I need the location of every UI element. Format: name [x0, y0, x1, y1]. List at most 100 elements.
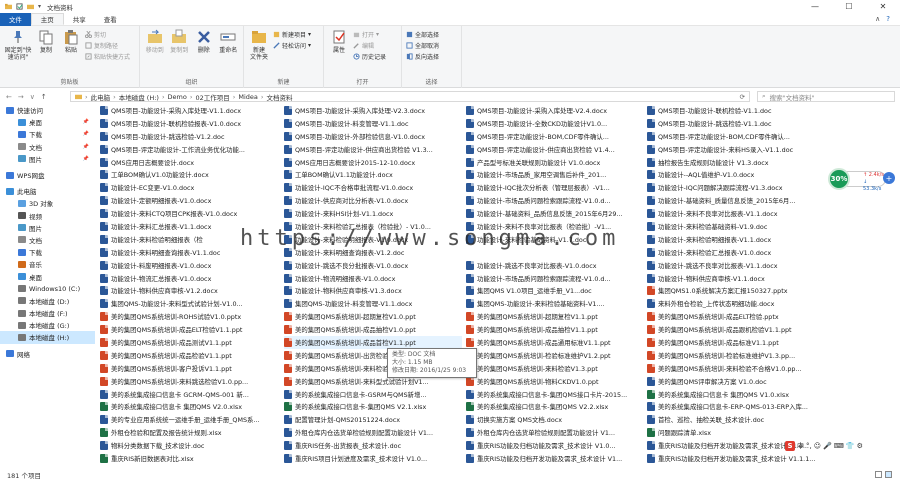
breadcrumb-item[interactable]: 文档资料 — [267, 92, 293, 102]
file-item[interactable]: QMS项目-评定功能设计-供应商出货检验 V1.4... — [466, 143, 644, 156]
file-item[interactable]: 美的集团QMS系统培训-来料检验不合格V1.0.pp... — [647, 362, 825, 375]
file-item[interactable]: 功能设计-来料检验汇总报表-V1.0.docx — [647, 246, 825, 259]
file-item[interactable]: 集团QMS-功能设计-料变管理-V1.1.docx — [284, 297, 462, 310]
help-icon[interactable]: ? — [886, 15, 890, 23]
skin-icon[interactable]: 👕 — [846, 442, 855, 450]
search-input[interactable]: ⌕ 搜索"文档资料" — [757, 91, 895, 102]
file-item[interactable]: QMS应用日志概要设计.docx — [100, 156, 278, 169]
file-item[interactable]: 功能设计-来料检验明细报表-V1.1.docx — [647, 233, 825, 246]
copy-path-button[interactable]: 复制路径 — [85, 41, 130, 50]
file-item[interactable]: 美的集团QMS系统培训-来料检验V1.3.ppt — [466, 362, 644, 375]
sidebar-item[interactable]: 本地磁盘 (G:) — [0, 319, 95, 331]
breadcrumb-item[interactable]: Demo — [168, 93, 187, 101]
settings-icon[interactable]: ⚙ — [857, 442, 863, 450]
invert-selection-button[interactable]: 反向选择 — [406, 52, 439, 61]
sidebar-item[interactable]: 文档 📌 — [0, 141, 95, 153]
file-item[interactable]: 功能设计-基础资料_品质信息反馈_2015年6月29... — [466, 207, 644, 220]
ime-item[interactable]: 中 — [797, 441, 804, 451]
file-item[interactable]: 美的系统集成接口信息卡-集团QMS V2.1.xlsx — [284, 400, 462, 413]
file-item[interactable]: 来料外租仓检验_上传状态明细功能.docx — [647, 297, 825, 310]
plus-icon[interactable]: + — [883, 172, 895, 184]
file-item[interactable]: 美的系统集成接口信息卡-集团QMS接口卡片-2015... — [466, 388, 644, 401]
file-item[interactable]: QMS项目-功能设计-跳选检验-V1.2.doc — [100, 130, 278, 143]
file-item[interactable]: 功能设计--AQL值维护-V1.0.docx — [647, 168, 825, 181]
file-item[interactable]: 美的系统集成接口信息卡 集团QMS V2.0.xlsx — [100, 400, 278, 413]
file-item[interactable]: 美的集团QMS系统培训-物料CKDV1.0.ppt — [466, 375, 644, 388]
file-item[interactable]: 功能设计-来料HSI计划-V1.1.docx — [284, 207, 462, 220]
file-item[interactable]: 重庆RIS功能及归档开发功能及需求_技术设计 V1... — [466, 452, 644, 465]
sidebar-item[interactable]: 文档 — [0, 234, 95, 246]
file-item[interactable]: 产品型号标准关联规则功能设计 V1.0.docx — [466, 156, 644, 169]
file-item[interactable]: 功能设计-跳选不良分批报表-V1.0.docx — [284, 259, 462, 272]
close-button[interactable]: ✕ — [866, 0, 900, 13]
file-item[interactable]: 美的集团QMS系统培训-成品测试V1.1.ppt — [100, 336, 278, 349]
file-item[interactable]: 重庆RIS功能及归档开发功能及需求_技术设计 V1.1.1... — [647, 452, 825, 465]
file-item[interactable]: 功能设计-供应商对比分析表-V1.0.docx — [284, 194, 462, 207]
sidebar-item[interactable]: 桌面 📌 — [0, 116, 95, 128]
file-item[interactable]: QMS项目-功能设计-外部检验信息-V1.0.docx — [284, 130, 462, 143]
file-item[interactable]: QMS项目-功能设计-采购入库处理-V1.1.docx — [100, 104, 278, 117]
file-item[interactable]: 抽检报告生成规则功能设计 V1.3.docx — [647, 156, 825, 169]
file-item[interactable]: 功能设计-来料CTQ项目CPK报表-V1.0.docx — [100, 207, 278, 220]
easy-access-button[interactable]: 轻松访问 ▾ — [273, 41, 311, 50]
file-item[interactable]: 美的集团QMS系统培训-客户投诉V1.1.ppt — [100, 362, 278, 375]
select-all-button[interactable]: 全部选择 — [406, 30, 439, 39]
breadcrumb-item[interactable]: 02工作项目 — [195, 92, 229, 102]
sidebar-item[interactable]: 此电脑 — [0, 185, 95, 197]
new-folder-icon[interactable] — [27, 3, 34, 10]
file-item[interactable]: 集团QMS-功能设计-来料型式试验计划-V1.0... — [100, 297, 278, 310]
breadcrumb[interactable]: › 此电脑 › 本地磁盘 (H:) › Demo › 02工作项目 › Mide… — [70, 91, 750, 102]
select-none-button[interactable]: 全部取消 — [406, 41, 439, 50]
file-item[interactable]: 物料分类数据下载_技术设计.doc — [100, 439, 278, 452]
file-item[interactable]: 切换实施方案 QMS文档.docx — [466, 413, 644, 426]
file-item[interactable]: 美的集团QMS系统培训-超期复检V1.1.ppt — [466, 310, 644, 323]
refresh-icon[interactable]: ⟳ — [740, 93, 745, 101]
sidebar-item[interactable]: 图片 📌 — [0, 153, 95, 165]
file-item[interactable]: 功能设计-IQC不合格审批流程-V1.0.docx — [284, 181, 462, 194]
file-item[interactable]: QMS项目-功能设计-联机检验报表-V1.0.docx — [100, 117, 278, 130]
breadcrumb-item[interactable]: Midea — [238, 93, 258, 101]
properties-icon[interactable] — [16, 3, 23, 10]
sidebar-item[interactable]: 下载 📌 — [0, 128, 95, 140]
recent-dropdown-icon[interactable]: ∨ — [30, 93, 35, 101]
file-item[interactable]: 集团QMS-功能设计-来料检验基础资料-V1.... — [466, 297, 644, 310]
file-item[interactable]: 美的系统集成接口信息卡 集团QMS V1.0.xlsx — [647, 388, 825, 401]
file-item[interactable]: 美的系统集成接口信息卡-ERP-QMS-013-ERP入库... — [647, 400, 825, 413]
file-item[interactable]: 功能设计-EC变更-V1.0.docx — [100, 181, 278, 194]
file-item[interactable]: 功能设计-来料不良率对比报表-V1.1.docx — [647, 207, 825, 220]
quick-access-dropdown[interactable]: ▾ — [38, 3, 41, 10]
file-item[interactable]: 重庆RIS任务-出货报表_技术设计.doc — [284, 439, 462, 452]
keyboard-icon[interactable]: ⌨ — [834, 442, 844, 450]
file-item[interactable]: 美的集团QMS系统培训-成品通用标准V1.1.ppt — [466, 336, 644, 349]
sidebar-item[interactable]: 本地磁盘 (F:) — [0, 307, 95, 319]
sidebar-item[interactable]: 视频 — [0, 210, 95, 222]
tab-file[interactable]: 文件 — [0, 13, 31, 26]
file-item[interactable]: 功能设计-物流明细报表-V1.0.docx — [284, 272, 462, 285]
sidebar-item[interactable]: 桌面 — [0, 270, 95, 282]
file-item[interactable]: 外租仓库内仓选货单检验规则配置功能设计 V1... — [284, 426, 462, 439]
file-item[interactable]: 美的集团QMS系统培训-检验标准维护V1.2.ppt — [466, 349, 644, 362]
file-item[interactable]: QMS项目-功能设计-采购入库处理-V2.3.docx — [284, 104, 462, 117]
large-icons-view-icon[interactable] — [885, 471, 892, 478]
file-item[interactable]: 首检、巡检、抽检关联_技术设计.doc — [647, 413, 825, 426]
microphone-icon[interactable]: 🎤 — [823, 442, 832, 450]
file-item[interactable]: 功能设计-料废明细报表-V1.0.docx — [100, 259, 278, 272]
back-arrow-icon[interactable]: ← — [6, 93, 12, 101]
network-speed-gadget[interactable]: ↑ 2.4k/s ↓ 53.3k/s 30% + — [828, 168, 896, 192]
file-item[interactable]: 功能设计-物料供应商审核-V1.2.docx — [100, 284, 278, 297]
file-item[interactable]: 美的集团QMS系统培训-成品跟机检验V1.1.ppt — [647, 323, 825, 336]
file-item[interactable]: 功能设计-市场品质问题检索跟踪流程-V1.0.d... — [466, 272, 644, 285]
file-item[interactable]: QMS项目-评定功能设计-供应商出货检验 V1.3... — [284, 143, 462, 156]
history-button[interactable]: 历史记录 — [353, 52, 386, 61]
maximize-button[interactable]: ☐ — [832, 0, 866, 13]
file-item[interactable]: QMS项目-评定功能设计-BOM,CDF零件确认... — [466, 130, 644, 143]
file-item[interactable]: QMS项目-评定功能设计-工作流业务优化功能... — [100, 143, 278, 156]
file-item[interactable]: 美的集团QMS系统培训-成品抽检V1.0.ppt — [284, 323, 462, 336]
file-item[interactable]: 重庆RIS项目计划进度及需求_技术设计 V1.0... — [284, 452, 462, 465]
file-item[interactable]: 功能设计-市场品质问题检索跟踪流程-V1.0.d... — [466, 194, 644, 207]
file-item[interactable]: 外租仓库内仓选货单检验规则配置功能设计 V1... — [466, 426, 644, 439]
file-item[interactable]: 美的集团QMS系统培训-成品抽检V1.1.ppt — [466, 323, 644, 336]
file-item[interactable]: 集团QMS1.0系统解决方案汇报150327.pptx — [647, 284, 825, 297]
file-item[interactable]: QMS项目-功能设计-全数CKD功能设计V1.0... — [466, 117, 644, 130]
ime-item[interactable]: °, — [806, 442, 812, 450]
